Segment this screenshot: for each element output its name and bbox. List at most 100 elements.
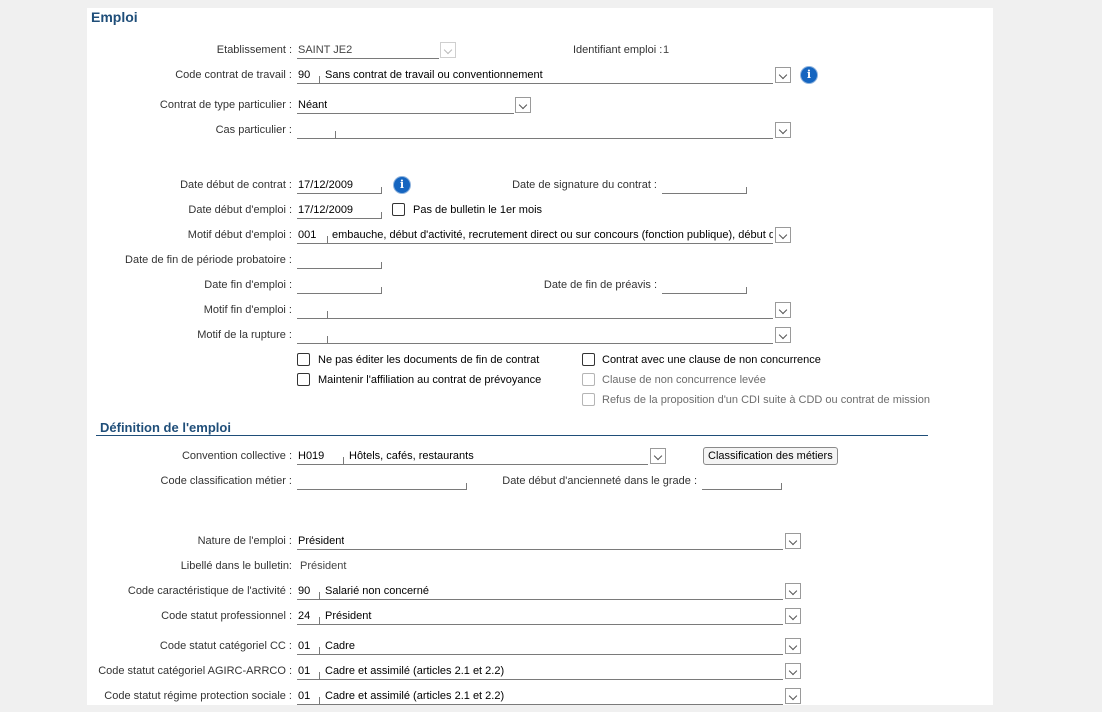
date-debut-emploi-input[interactable]: 17/12/2009 bbox=[297, 204, 382, 219]
etablissement-dropdown-icon[interactable] bbox=[440, 42, 456, 58]
contrat-particulier-value: Néant bbox=[298, 99, 328, 111]
refus-cdi-checkbox[interactable] bbox=[582, 393, 595, 406]
section-title-definition: Définition de l'emploi bbox=[100, 420, 231, 435]
maintenir-affiliation-label: Maintenir l'affiliation au contrat de pr… bbox=[318, 374, 542, 386]
motif-fin-field[interactable] bbox=[297, 304, 773, 319]
code-contrat-code: 90 bbox=[298, 69, 311, 81]
code-statut-pro-dropdown-icon[interactable] bbox=[785, 608, 801, 624]
code-contrat-text: Sans contrat de travail ou conventionnem… bbox=[325, 69, 543, 81]
code-statut-cc-code: 01 bbox=[298, 640, 311, 652]
etablissement-value: SAINT JE2 bbox=[298, 44, 353, 56]
date-debut-contrat-label: Date début de contrat : bbox=[180, 179, 292, 191]
code-statut-pro-text: Président bbox=[325, 610, 372, 622]
ne-pas-editer-label: Ne pas éditer les documents de fin de co… bbox=[318, 354, 540, 366]
code-contrat-dropdown-icon[interactable] bbox=[775, 67, 791, 83]
date-debut-contrat-input[interactable]: 17/12/2009 bbox=[297, 179, 382, 194]
maintenir-affiliation-checkbox[interactable] bbox=[297, 373, 310, 386]
code-statut-cc-label: Code statut catégoriel CC : bbox=[159, 640, 292, 652]
code-statut-pro-label: Code statut professionnel : bbox=[161, 610, 292, 622]
convention-label: Convention collective : bbox=[181, 450, 292, 462]
motif-debut-text: embauche, début d'activité, recrutement … bbox=[332, 229, 773, 241]
convention-dropdown-icon[interactable] bbox=[650, 448, 666, 464]
convention-code: H019 bbox=[298, 450, 325, 462]
pas-bulletin-checkbox[interactable] bbox=[392, 203, 405, 216]
motif-debut-label: Motif début d'emploi : bbox=[187, 229, 292, 241]
date-fin-preavis-label: Date de fin de préavis : bbox=[543, 279, 657, 291]
identifiant-value: 1 bbox=[663, 44, 670, 56]
identifiant-label: Identifiant emploi : bbox=[573, 44, 663, 56]
motif-rupture-field[interactable] bbox=[297, 329, 773, 344]
code-statut-regime-code: 01 bbox=[298, 690, 311, 702]
code-contrat-label: Code contrat de travail : bbox=[175, 69, 292, 81]
code-statut-agirc-code: 01 bbox=[298, 665, 311, 677]
convention-text: Hôtels, cafés, restaurants bbox=[349, 450, 474, 462]
libelle-bulletin-value: Président bbox=[300, 560, 347, 572]
date-fin-preavis-input[interactable] bbox=[662, 279, 747, 294]
code-classification-input[interactable] bbox=[297, 475, 467, 490]
cas-particulier-label: Cas particulier : bbox=[215, 124, 292, 136]
date-fin-probatoire-input[interactable] bbox=[297, 254, 382, 269]
nature-emploi-field[interactable]: Président bbox=[297, 535, 783, 550]
date-signature-input[interactable] bbox=[662, 179, 747, 194]
code-caracteristique-dropdown-icon[interactable] bbox=[785, 583, 801, 599]
code-caracteristique-code: 90 bbox=[298, 585, 311, 597]
code-caracteristique-text: Salarié non concerné bbox=[325, 585, 429, 597]
code-statut-cc-dropdown-icon[interactable] bbox=[785, 638, 801, 654]
date-anciennete-input[interactable] bbox=[702, 475, 782, 490]
libelle-bulletin-label: Libellé dans le bulletin: bbox=[180, 560, 292, 572]
motif-debut-field[interactable]: 001 embauche, début d'activité, recrutem… bbox=[297, 229, 773, 244]
code-statut-agirc-dropdown-icon[interactable] bbox=[785, 663, 801, 679]
contrat-particulier-field[interactable]: Néant bbox=[297, 99, 514, 114]
pas-bulletin-label: Pas de bulletin le 1er mois bbox=[413, 204, 543, 216]
nature-emploi-dropdown-icon[interactable] bbox=[785, 533, 801, 549]
code-statut-agirc-text: Cadre et assimilé (articles 2.1 et 2.2) bbox=[325, 665, 505, 677]
motif-rupture-dropdown-icon[interactable] bbox=[775, 327, 791, 343]
code-caracteristique-label: Code caractéristique de l'activité : bbox=[127, 585, 292, 597]
code-classification-label: Code classification métier : bbox=[160, 475, 292, 487]
etablissement-label: Etablissement : bbox=[216, 44, 292, 56]
motif-debut-code: 001 bbox=[298, 229, 317, 241]
info-icon[interactable]: i bbox=[394, 177, 410, 193]
motif-debut-dropdown-icon[interactable] bbox=[775, 227, 791, 243]
code-statut-agirc-label: Code statut catégoriel AGIRC-ARRCO : bbox=[98, 665, 292, 677]
motif-fin-label: Motif fin d'emploi : bbox=[203, 304, 292, 316]
motif-rupture-label: Motif de la rupture : bbox=[197, 329, 292, 341]
code-statut-regime-text: Cadre et assimilé (articles 2.1 et 2.2) bbox=[325, 690, 505, 702]
ne-pas-editer-checkbox[interactable] bbox=[297, 353, 310, 366]
code-statut-regime-field[interactable]: 01 Cadre et assimilé (articles 2.1 et 2.… bbox=[297, 690, 783, 705]
motif-fin-dropdown-icon[interactable] bbox=[775, 302, 791, 318]
date-debut-contrat-value: 17/12/2009 bbox=[298, 179, 354, 191]
code-caracteristique-field[interactable]: 90 Salarié non concerné bbox=[297, 585, 783, 600]
contrat-particulier-label: Contrat de type particulier : bbox=[159, 99, 292, 111]
info-icon[interactable]: i bbox=[801, 67, 817, 83]
code-statut-agirc-field[interactable]: 01 Cadre et assimilé (articles 2.1 et 2.… bbox=[297, 665, 783, 680]
convention-field[interactable]: H019 Hôtels, cafés, restaurants bbox=[297, 450, 648, 465]
contrat-particulier-dropdown-icon[interactable] bbox=[515, 97, 531, 113]
date-debut-emploi-label: Date début d'emploi : bbox=[188, 204, 292, 216]
date-fin-emploi-input[interactable] bbox=[297, 279, 382, 294]
code-statut-pro-code: 24 bbox=[298, 610, 311, 622]
code-statut-regime-dropdown-icon[interactable] bbox=[785, 688, 801, 704]
code-statut-cc-text: Cadre bbox=[325, 640, 355, 652]
classification-metiers-button[interactable]: Classification des métiers bbox=[703, 447, 838, 465]
date-fin-emploi-label: Date fin d'emploi : bbox=[204, 279, 292, 291]
clause-non-concurrence-label: Contrat avec une clause de non concurren… bbox=[602, 354, 821, 366]
refus-cdi-label: Refus de la proposition d'un CDI suite à… bbox=[602, 394, 930, 406]
form-panel bbox=[87, 8, 993, 705]
clause-non-concurrence-checkbox[interactable] bbox=[582, 353, 595, 366]
cas-particulier-dropdown-icon[interactable] bbox=[775, 122, 791, 138]
code-statut-pro-field[interactable]: 24 Président bbox=[297, 610, 783, 625]
clause-levee-label: Clause de non concurrence levée bbox=[602, 374, 766, 386]
section-title-emploi: Emploi bbox=[91, 9, 138, 25]
nature-emploi-value: Président bbox=[298, 535, 345, 547]
clause-levee-checkbox[interactable] bbox=[582, 373, 595, 386]
code-statut-cc-field[interactable]: 01 Cadre bbox=[297, 640, 783, 655]
date-anciennete-label: Date début d'ancienneté dans le grade : bbox=[502, 475, 697, 487]
code-statut-regime-label: Code statut régime protection sociale : bbox=[104, 690, 292, 702]
etablissement-field[interactable]: SAINT JE2 bbox=[297, 44, 439, 59]
date-signature-label: Date de signature du contrat : bbox=[512, 179, 657, 191]
nature-emploi-label: Nature de l'emploi : bbox=[197, 535, 292, 547]
code-contrat-field[interactable]: 90 Sans contrat de travail ou convention… bbox=[297, 69, 773, 84]
cas-particulier-field[interactable] bbox=[297, 124, 773, 139]
section-divider bbox=[96, 435, 928, 436]
